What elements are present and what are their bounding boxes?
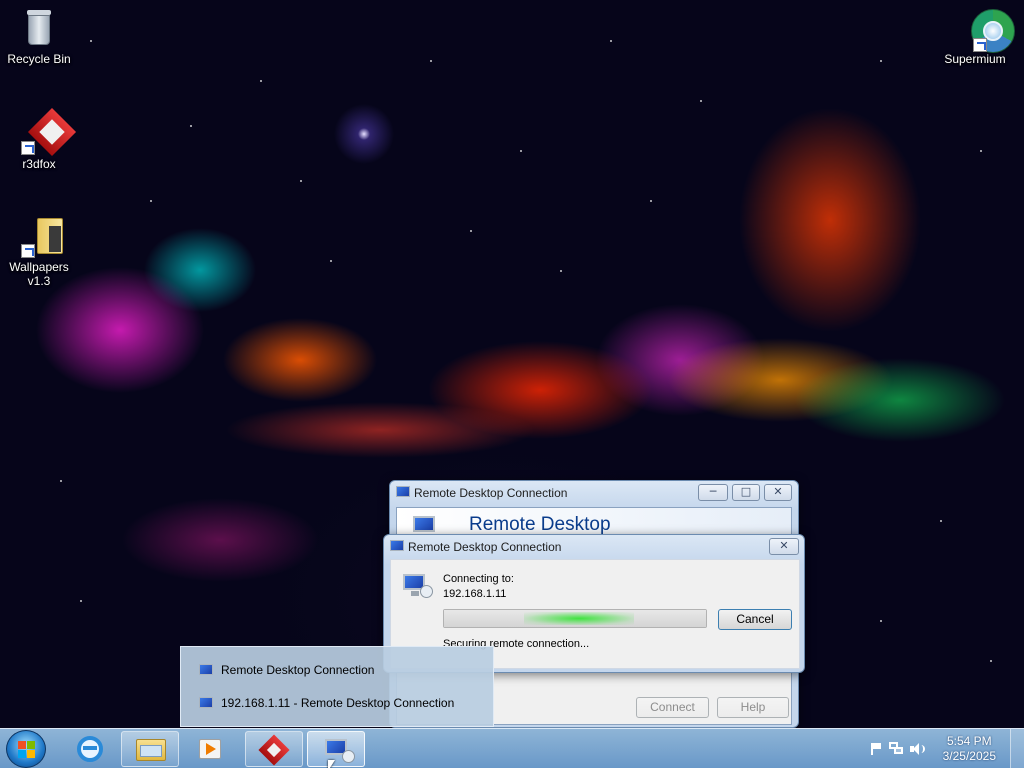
taskbar-jumplist: Remote Desktop Connection 192.168.1.11 -…: [180, 646, 494, 727]
connect-button[interactable]: Connect: [636, 697, 709, 718]
desktop-icon-label: Wallpapers: [9, 260, 69, 274]
windows-explorer-icon: [136, 739, 166, 761]
window-title: Remote Desktop Connection: [414, 486, 568, 500]
action-center-flag-icon[interactable]: [870, 743, 882, 755]
taskbar-windows-explorer[interactable]: [121, 731, 179, 767]
r3dfox-icon: [258, 734, 290, 766]
desktop-icon-label: Recycle Bin: [7, 52, 71, 66]
progress-bar: [443, 609, 707, 628]
rdc-banner-title: Remote Desktop: [469, 514, 611, 535]
jumplist-item-rdc-host[interactable]: 192.168.1.11 - Remote Desktop Connection: [199, 692, 454, 714]
remote-desktop-icon: [401, 572, 433, 598]
start-button[interactable]: [6, 730, 46, 768]
dialog-title: Remote Desktop Connection: [408, 540, 562, 554]
minimize-button[interactable]: ─: [698, 484, 728, 501]
clock[interactable]: 5:54 PM 3/25/2025: [943, 734, 996, 764]
folder-icon: [19, 216, 63, 258]
desktop-icon-recycle-bin[interactable]: Recycle Bin: [1, 8, 77, 66]
taskbar-remote-desktop[interactable]: [307, 731, 365, 768]
taskbar-r3dfox[interactable]: [245, 731, 303, 767]
remote-desktop-icon: [390, 540, 404, 552]
taskbar: 5:54 PM 3/25/2025: [0, 728, 1024, 768]
clock-date: 3/25/2025: [942, 749, 996, 763]
close-button[interactable]: ✕: [769, 538, 799, 555]
desktop-icon-r3dfox[interactable]: r3dfox: [1, 107, 77, 171]
desktop-icon-label: r3dfox: [22, 157, 56, 171]
maximize-button[interactable]: □: [732, 484, 760, 501]
supermium-icon: [955, 8, 1015, 53]
remote-desktop-icon: [199, 663, 215, 678]
r3dfox-icon: [19, 107, 77, 157]
progress-fill: [444, 610, 706, 627]
jumplist-item-rdc[interactable]: Remote Desktop Connection: [199, 659, 374, 681]
mouse-cursor-icon: [328, 760, 335, 768]
shortcut-arrow-icon: [21, 141, 35, 155]
desktop-icon-label-line2: v1.3: [27, 274, 51, 288]
cancel-button[interactable]: Cancel: [718, 609, 792, 630]
system-tray: 5:54 PM 3/25/2025: [844, 729, 1024, 768]
recycle-bin-icon: [19, 8, 59, 48]
help-button[interactable]: Help: [717, 697, 789, 718]
shortcut-arrow-icon: [21, 244, 35, 258]
taskbar-media-player[interactable]: [181, 731, 239, 767]
network-icon[interactable]: [889, 742, 903, 755]
volume-icon[interactable]: [910, 742, 926, 756]
connecting-label: Connecting to:: [443, 573, 514, 585]
internet-explorer-icon: [77, 736, 103, 762]
remote-desktop-icon: [396, 486, 410, 498]
windows-logo-icon: [18, 741, 36, 759]
remote-desktop-icon: [199, 696, 215, 711]
clock-time: 5:54 PM: [946, 734, 992, 748]
desktop-icon-label: Supermium: [944, 52, 1006, 66]
jumplist-item-label: 192.168.1.11 - Remote Desktop Connection: [221, 696, 455, 710]
taskbar-internet-explorer[interactable]: [61, 731, 119, 767]
media-player-icon: [199, 739, 221, 759]
shortcut-arrow-icon: [973, 38, 987, 52]
host-address: 192.168.1.11: [443, 588, 507, 600]
desktop-icon-supermium[interactable]: Supermium: [937, 8, 1015, 66]
show-desktop-button[interactable]: [1010, 729, 1024, 768]
close-button[interactable]: ✕: [764, 484, 792, 501]
jumplist-item-label: Remote Desktop Connection: [221, 663, 375, 677]
desktop-icon-wallpapers[interactable]: Wallpapers v1.3: [1, 216, 77, 288]
